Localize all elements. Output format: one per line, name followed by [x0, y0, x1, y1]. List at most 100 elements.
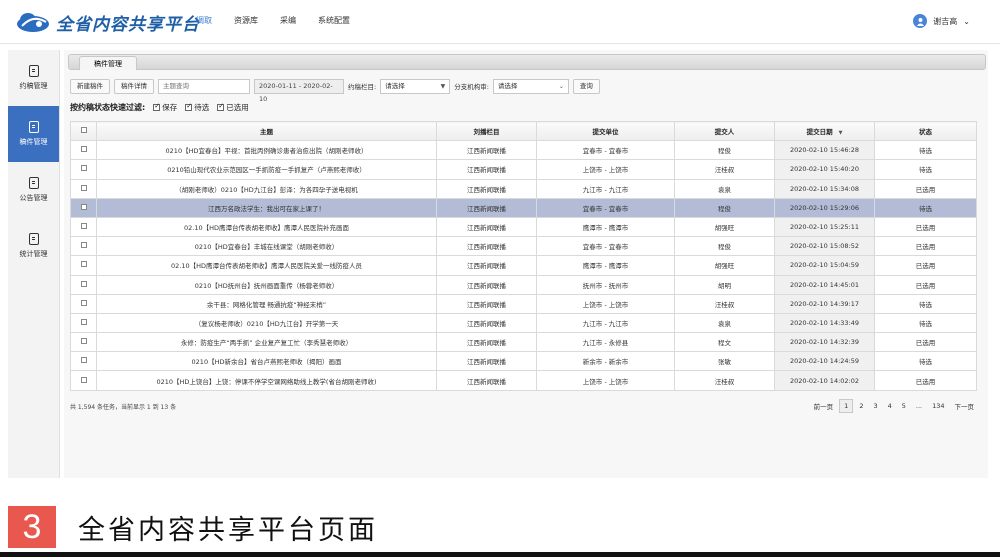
nav-settings[interactable]: 系统配置 — [318, 15, 350, 26]
cell-date: 2020-02-10 15:25:11 — [774, 216, 875, 238]
record-summary: 共 1,594 条任务，当前显示 1 到 13 条 — [70, 404, 177, 411]
table-row[interactable]: 余干县：网格化管理 畅通抗疫“神经末梢” 江西新闻联播 上饶市 - 上饶市 汪桂叔 20… — [70, 293, 977, 314]
tab-manuscripts[interactable]: 稿件管理 — [79, 56, 137, 70]
cell-person: 汪桂叔 — [674, 370, 775, 391]
table-row[interactable]: 江西万名政法学生：我出可在家上课了！ 江西新闻联播 宜春市 - 宜春市 程俊 2020-… — [70, 197, 977, 218]
table-row[interactable]: 02.10【HD鹰潭台传表胡老师收】鹰潭人民医院关爱一线防疫人员 江西新闻联播 鹰潭… — [70, 255, 977, 276]
document-icon — [28, 65, 39, 77]
cell-status: 已选用 — [874, 370, 977, 391]
cell-person: 程文 — [674, 332, 775, 353]
header-date[interactable]: 提交日期 ▼ — [774, 120, 875, 142]
table-row[interactable]: 02.10【HD鹰潭台传表胡老师收】鹰潭人民医院补充画面 江西新闻联播 鹰潭市 - … — [70, 216, 977, 238]
cell-status: 待选 — [874, 159, 977, 180]
row-checkbox[interactable] — [70, 351, 97, 372]
manuscript-detail-button[interactable]: 稿件详情 — [114, 78, 154, 94]
header-date-label: 提交日期 — [806, 128, 833, 137]
row-checkbox[interactable] — [70, 140, 97, 161]
date-range-field[interactable]: 2020-01-11 - 2020-02-10 — [254, 78, 344, 103]
user-name: 谢吉高 — [933, 16, 958, 26]
cell-column: 江西新闻联播 — [436, 216, 537, 238]
page-button-last[interactable]: 134 — [928, 400, 948, 412]
table-row[interactable]: 0210【HD抚州台】抚州画面重传（杨蓉老师收） 江西新闻联播 抚州市 - 抚州市胡… — [70, 274, 977, 295]
nav-library[interactable]: 资源库 — [234, 15, 258, 26]
filter-saved-checkbox[interactable]: 保存 — [153, 102, 177, 113]
cell-column: 江西新闻联播 — [436, 140, 537, 161]
table-row[interactable]: 0210【HD上饶台】上饶：停课不停学空课网络助线上教学(省台胡刚老师收) 江西新… — [70, 370, 977, 391]
page-button-3[interactable]: 3 — [869, 400, 881, 412]
cell-unit: 九江市 - 九江市 — [536, 178, 675, 199]
cell-title: 0210【HD新余台】省台卢燕熙老师收（揭阳）画面 — [96, 351, 437, 372]
column-select[interactable]: 请选择 ▼ — [380, 78, 451, 94]
filter-title: 按约稿状态快速过滤: — [70, 102, 146, 112]
sidebar-item-manuscripts[interactable]: 稿件管理 — [8, 106, 59, 162]
row-checkbox[interactable] — [70, 197, 97, 218]
pagination: 前一页 1 2 3 4 5 ... 134 下一页 — [810, 399, 978, 413]
sidebar-item-commission[interactable]: 约稿管理 — [8, 50, 59, 106]
filter-used-checkbox[interactable]: 已选用 — [217, 102, 249, 113]
row-checkbox[interactable] — [70, 370, 97, 391]
table-body: 0210【HD宜春台】平视：首批丙例确诊患者治愈出院（胡刚老师收） 江西新闻联播宜… — [70, 140, 977, 391]
table-row[interactable]: （复议杨老师收）0210【HD九江台】开学第一天 江西新闻联播 九江市 - 九江市袁… — [70, 312, 977, 334]
cell-status: 待选 — [874, 140, 977, 161]
table-row[interactable]: 0210【HD宜春台】丰城在线课堂（胡刚老师收） 江西新闻联播 宜春市 - 宜春市程… — [70, 236, 977, 257]
page-button-2[interactable]: 2 — [855, 400, 867, 412]
triangle-down-icon: ▼ — [440, 82, 446, 90]
row-checkbox[interactable] — [70, 293, 97, 314]
row-checkbox[interactable] — [70, 236, 97, 257]
nav-editing[interactable]: 采编 — [280, 15, 296, 26]
cell-unit: 上饶市 - 上饶市 — [536, 293, 675, 314]
header-column[interactable]: 刘播栏目 — [436, 120, 537, 142]
query-button[interactable]: 查询 — [572, 78, 600, 94]
tab-strip: 稿件管理 — [68, 54, 986, 70]
page-button-1[interactable]: 1 — [839, 399, 854, 413]
logo-cloud-icon — [17, 13, 49, 32]
caption-number-badge: 3 — [8, 506, 56, 548]
cell-person: 程俊 — [674, 236, 775, 257]
app-logo[interactable]: 全省内容共享平台 — [14, 8, 200, 36]
page-button-4[interactable]: 4 — [884, 400, 896, 412]
figure-caption: 3 全省内容共享平台页面 — [0, 498, 1000, 560]
filter-pending-checkbox[interactable]: 待选 — [185, 102, 209, 113]
cell-unit: 宜春市 - 宜春市 — [536, 236, 675, 257]
header-unit[interactable]: 提交单位 — [536, 120, 675, 142]
row-checkbox[interactable] — [70, 159, 97, 180]
table-row[interactable]: 0210铅山现代农业示范园区一手抓防疫一手抓复产（卢燕熙老师收） 江西新闻联播 上饶… — [70, 159, 977, 180]
cell-title: 永修：防疫生产“两手抓” 企业复产复工忙（李秀慧老师收） — [96, 332, 437, 353]
row-checkbox[interactable] — [70, 312, 97, 334]
row-checkbox[interactable] — [70, 216, 97, 238]
header-status[interactable]: 状态 — [874, 120, 977, 142]
table-row[interactable]: （胡刚老师收）0210【HD九江台】彭泽：为各四孕子送电视机 江西新闻联播 九江市 … — [70, 178, 977, 199]
sidebar: 约稿管理 稿件管理 公告管理 统计管理 — [8, 50, 60, 478]
org-select[interactable]: 请选择 ⌄ — [492, 78, 569, 94]
cell-unit: 上饶市 - 上饶市 — [536, 159, 675, 180]
row-checkbox[interactable] — [70, 332, 97, 353]
prev-page-button[interactable]: 前一页 — [810, 399, 838, 413]
row-checkbox[interactable] — [70, 255, 97, 276]
header-title[interactable]: 主题 — [96, 120, 437, 142]
new-manuscript-button[interactable]: 新建稿件 — [70, 78, 110, 94]
select-all-checkbox[interactable] — [70, 120, 97, 142]
nav-fetch[interactable]: 调取 — [196, 15, 212, 26]
table-row[interactable]: 0210【HD新余台】省台卢燕熙老师收（揭阳）画面 江西新闻联播 新余市 - 新余市… — [70, 351, 977, 372]
row-checkbox[interactable] — [70, 178, 97, 199]
caption-divider — [0, 552, 1000, 557]
page-button-5[interactable]: 5 — [898, 400, 910, 412]
row-checkbox[interactable] — [70, 274, 97, 295]
next-page-button[interactable]: 下一页 — [951, 399, 979, 413]
checkbox-box — [80, 376, 87, 383]
cell-date: 2020-02-10 15:40:20 — [774, 159, 875, 180]
sidebar-item-statistics[interactable]: 统计管理 — [8, 218, 59, 274]
checkbox-box — [80, 299, 87, 306]
cell-status: 已选用 — [874, 178, 977, 199]
cell-title: 0210【HD上饶台】上饶：停课不停学空课网络助线上教学(省台胡刚老师收) — [96, 370, 437, 391]
cell-column: 江西新闻联播 — [436, 370, 537, 391]
cell-person: 程俊 — [674, 197, 775, 218]
cell-unit: 上饶市 - 上饶市 — [536, 370, 675, 391]
user-menu[interactable]: 谢吉高 ⌄ — [913, 14, 970, 28]
table-row[interactable]: 永修：防疫生产“两手抓” 企业复产复工忙（李秀慧老师收） 江西新闻联播 九江市 - … — [70, 332, 977, 353]
sidebar-item-announcements[interactable]: 公告管理 — [8, 162, 59, 218]
sort-down-icon: ▼ — [838, 130, 843, 137]
table-row[interactable]: 0210【HD宜春台】平视：首批丙例确诊患者治愈出院（胡刚老师收） 江西新闻联播宜… — [70, 140, 977, 161]
header-person[interactable]: 提交人 — [674, 120, 775, 142]
search-input[interactable] — [158, 78, 250, 94]
